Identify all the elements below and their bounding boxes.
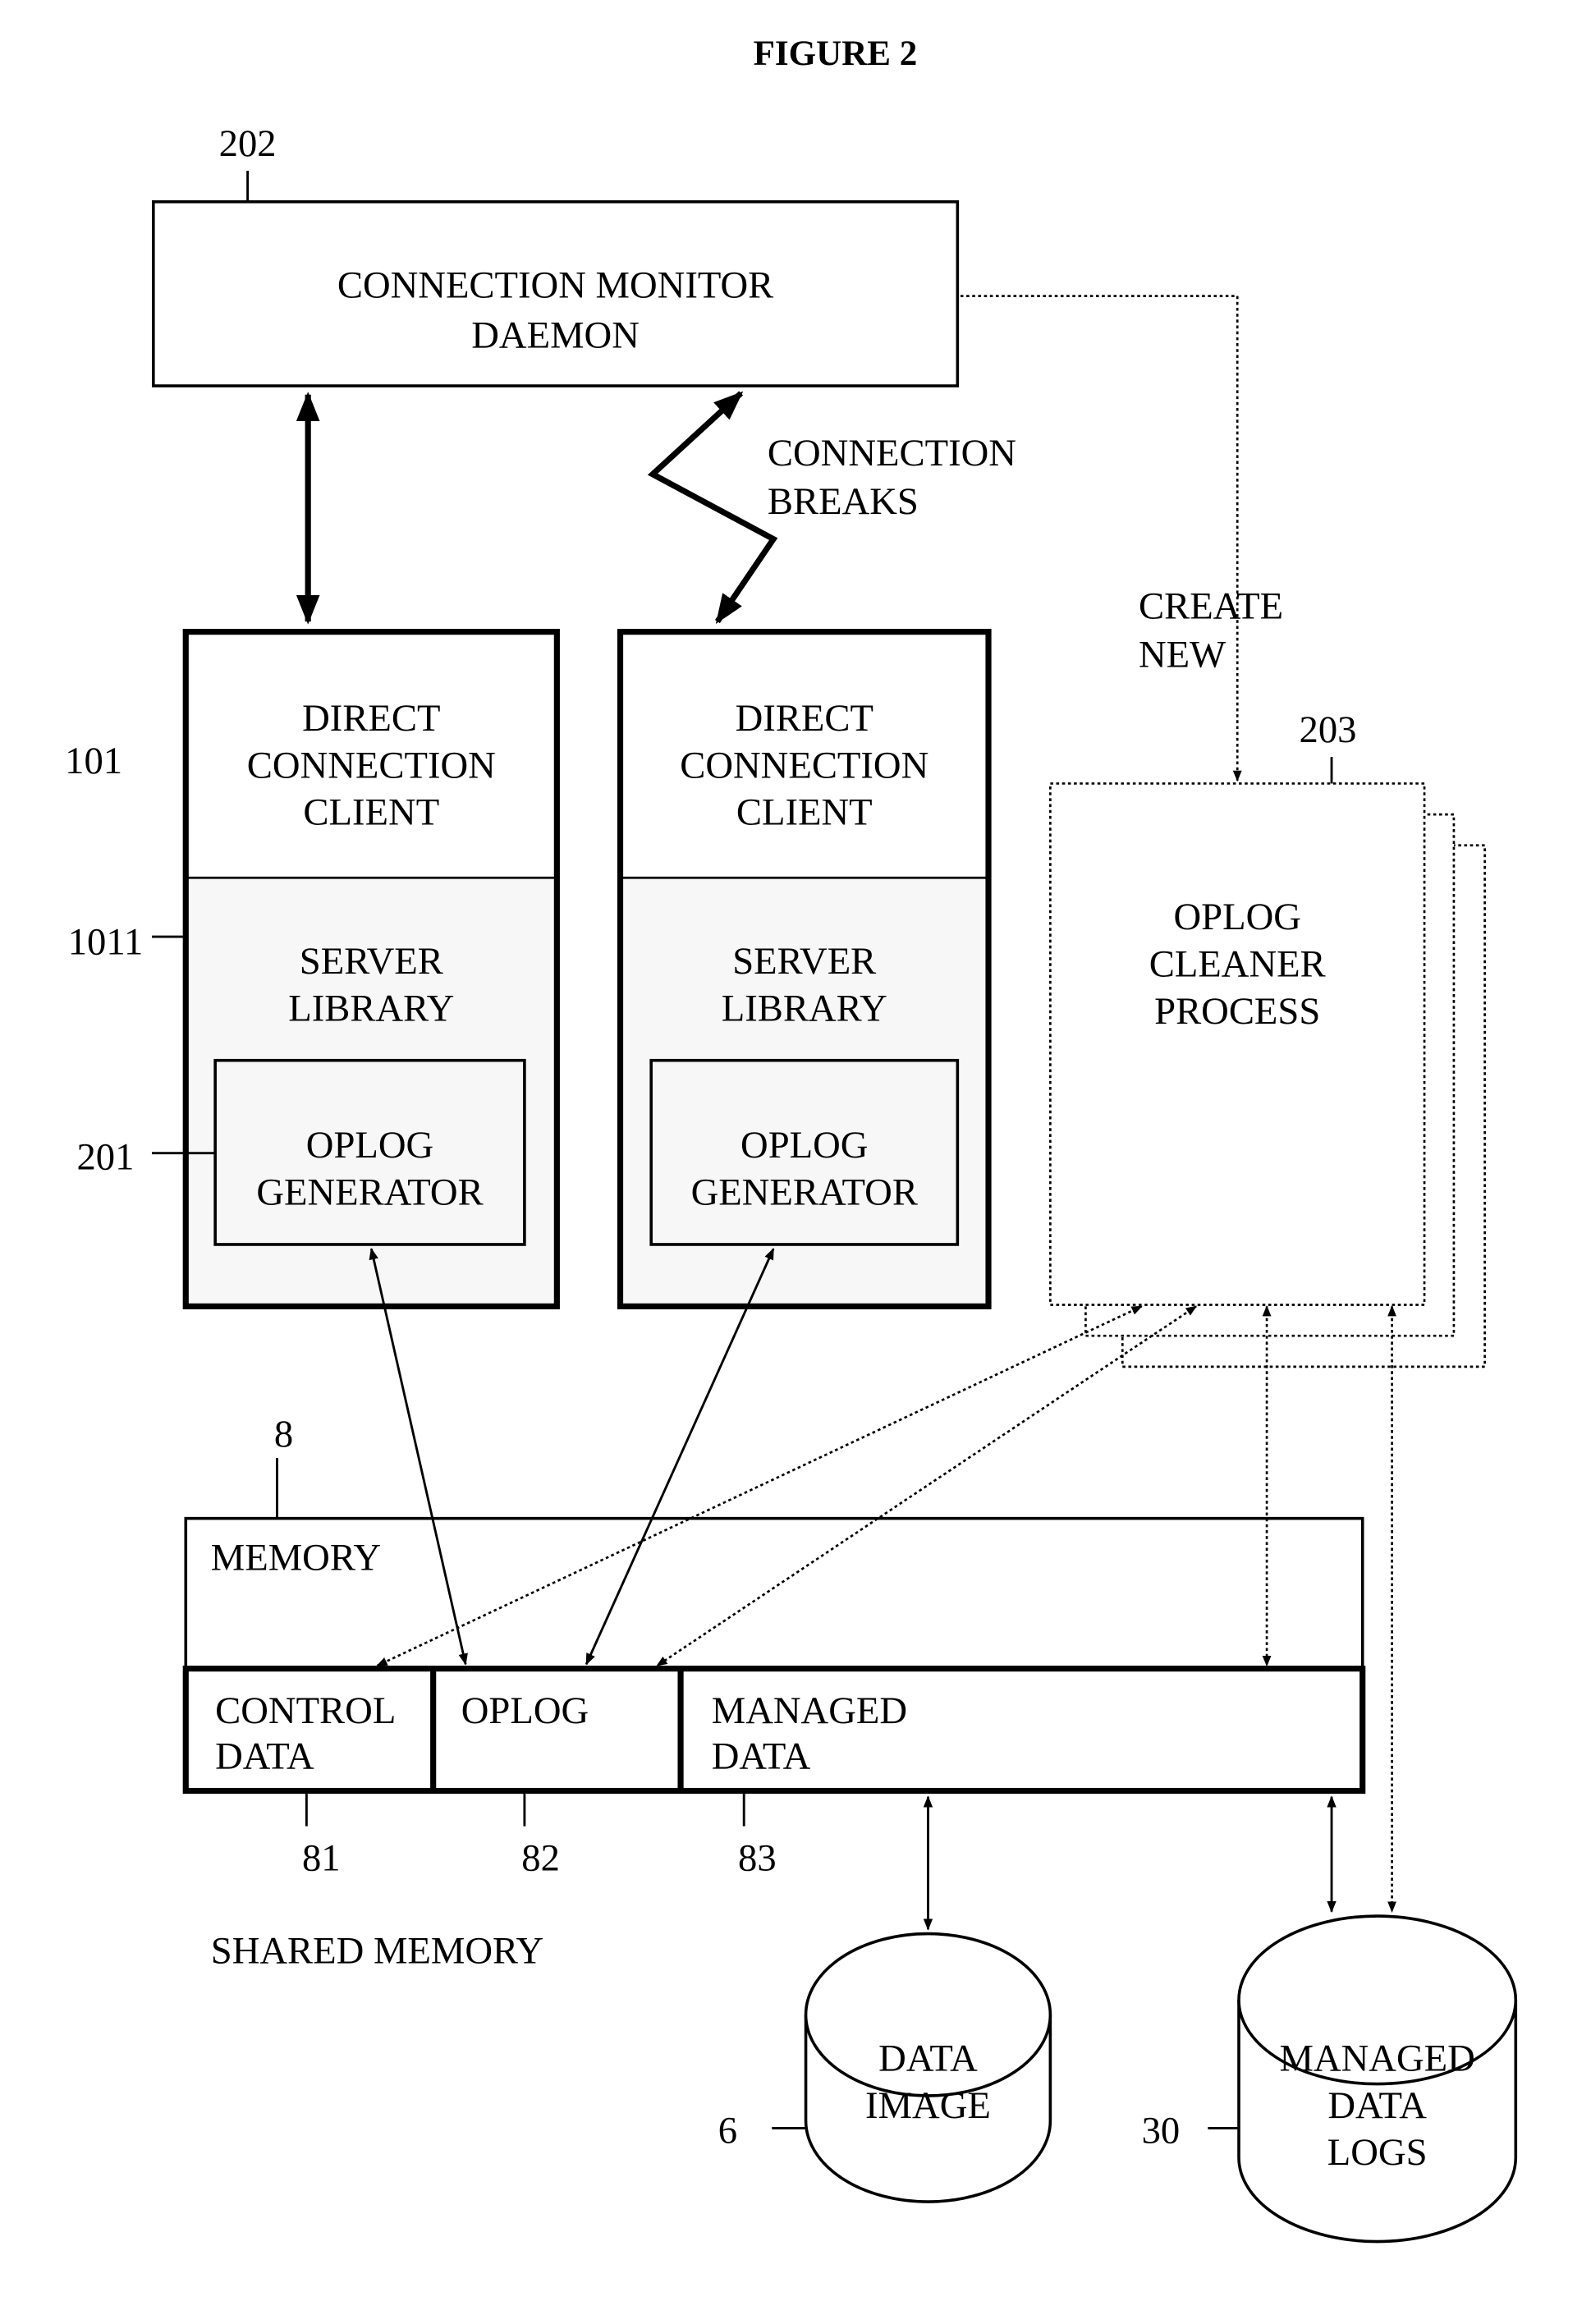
direct-connection-client-right: DIRECT CONNECTION CLIENT SERVER LIBRARY … — [617, 629, 992, 1309]
figure-canvas: FIGURE 2 202 CONNECTION MONITOR DAEMON C… — [65, 34, 1518, 2244]
generator-left-label-line2: GENERATOR — [256, 1171, 484, 1214]
managed-data-logs-cylinder: MANAGED DATA LOGS 30 — [1142, 1914, 1518, 2244]
client-left-label-line1: DIRECT — [302, 697, 440, 740]
client-right-label-line2: CONNECTION — [680, 744, 928, 786]
logs-label-line1: MANAGED — [1279, 2037, 1474, 2079]
data-image-label-line2: IMAGE — [865, 2084, 991, 2127]
segment-82-ref: 82 — [521, 1836, 560, 1879]
library-right-label-line2: LIBRARY — [722, 987, 887, 1029]
cleaner-label-line1: OPLOG — [1173, 896, 1300, 938]
control-data-label-line2: DATA — [215, 1735, 314, 1778]
connection-breaks-label-line2: BREAKS — [768, 480, 919, 523]
cleaner-ref-label: 203 — [1300, 708, 1357, 751]
create-new-dotted-arrow — [960, 295, 1242, 782]
cleaner-control-data-arrow — [376, 1305, 1143, 1667]
generator-right-label-line1: OPLOG — [740, 1124, 868, 1167]
library-left-label-line2: LIBRARY — [288, 987, 454, 1029]
connection-breaks-label-line1: CONNECTION — [768, 432, 1016, 474]
library-left-label-line1: SERVER — [300, 940, 444, 983]
direct-connection-client-left: DIRECT CONNECTION CLIENT SERVER LIBRARY … — [182, 629, 560, 1309]
cleaner-label-line3: PROCESS — [1154, 990, 1320, 1033]
oplog-cleaner-process: OPLOG CLEANER PROCESS 203 — [1049, 708, 1486, 1368]
daemon-label-line1: CONNECTION MONITOR — [337, 264, 774, 306]
managed-data-label-line2: DATA — [712, 1735, 811, 1778]
library-ref-label: 1011 — [68, 921, 144, 964]
client-right-label-line3: CLIENT — [736, 791, 873, 834]
managed-data-label-line1: MANAGED — [712, 1689, 907, 1732]
control-data-label-line1: CONTROL — [215, 1689, 396, 1732]
cleaner-label-line2: CLEANER — [1149, 942, 1327, 985]
client-left-label-line2: CONNECTION — [247, 744, 496, 786]
logs-ref: 30 — [1142, 2109, 1181, 2152]
connection-monitor-daemon: 202 CONNECTION MONITOR DAEMON — [152, 122, 960, 387]
generator-left-label-line1: OPLOG — [306, 1124, 433, 1167]
generator-right-label-line2: GENERATOR — [691, 1171, 919, 1214]
shared-memory: 8 MEMORY CONTROL DATA OPLOG MANAGED DATA… — [182, 1413, 1366, 1972]
daemon-ref-label: 202 — [219, 122, 277, 165]
connection-breaks-zigzag-arrow — [647, 391, 778, 625]
segment-83-ref: 83 — [738, 1836, 777, 1879]
create-new-label-line1: CREATE — [1139, 584, 1283, 627]
data-image-label-line1: DATA — [878, 2037, 978, 2079]
logs-label-line3: LOGS — [1327, 2131, 1428, 2174]
cleaner-layer-1 — [1049, 782, 1426, 1306]
daemon-label-line2: DAEMON — [471, 314, 640, 356]
memory-ref-label: 8 — [274, 1413, 293, 1455]
data-image-ref: 6 — [718, 2109, 737, 2152]
library-right-label-line1: SERVER — [732, 940, 877, 983]
logs-label-line2: DATA — [1327, 2084, 1427, 2127]
oplog-segment-label: OPLOG — [461, 1689, 589, 1732]
create-new-label-line2: NEW — [1139, 634, 1226, 676]
client-right-label-line1: DIRECT — [736, 697, 873, 740]
segment-81-ref: 81 — [302, 1836, 341, 1879]
client-left-label-line3: CLIENT — [303, 791, 439, 834]
figure-title: FIGURE 2 — [754, 34, 918, 73]
cleaner-oplog-arrow — [656, 1305, 1198, 1667]
generator-ref-label: 201 — [77, 1135, 135, 1178]
shared-memory-label: SHARED MEMORY — [211, 1929, 543, 1972]
client-left-ref-label: 101 — [65, 740, 122, 782]
generator-left-oplog-arrow — [369, 1247, 468, 1666]
memory-label: MEMORY — [211, 1536, 381, 1579]
generator-right-oplog-arrow — [585, 1248, 775, 1666]
data-image-cylinder: DATA IMAGE 6 — [718, 1932, 1052, 2203]
